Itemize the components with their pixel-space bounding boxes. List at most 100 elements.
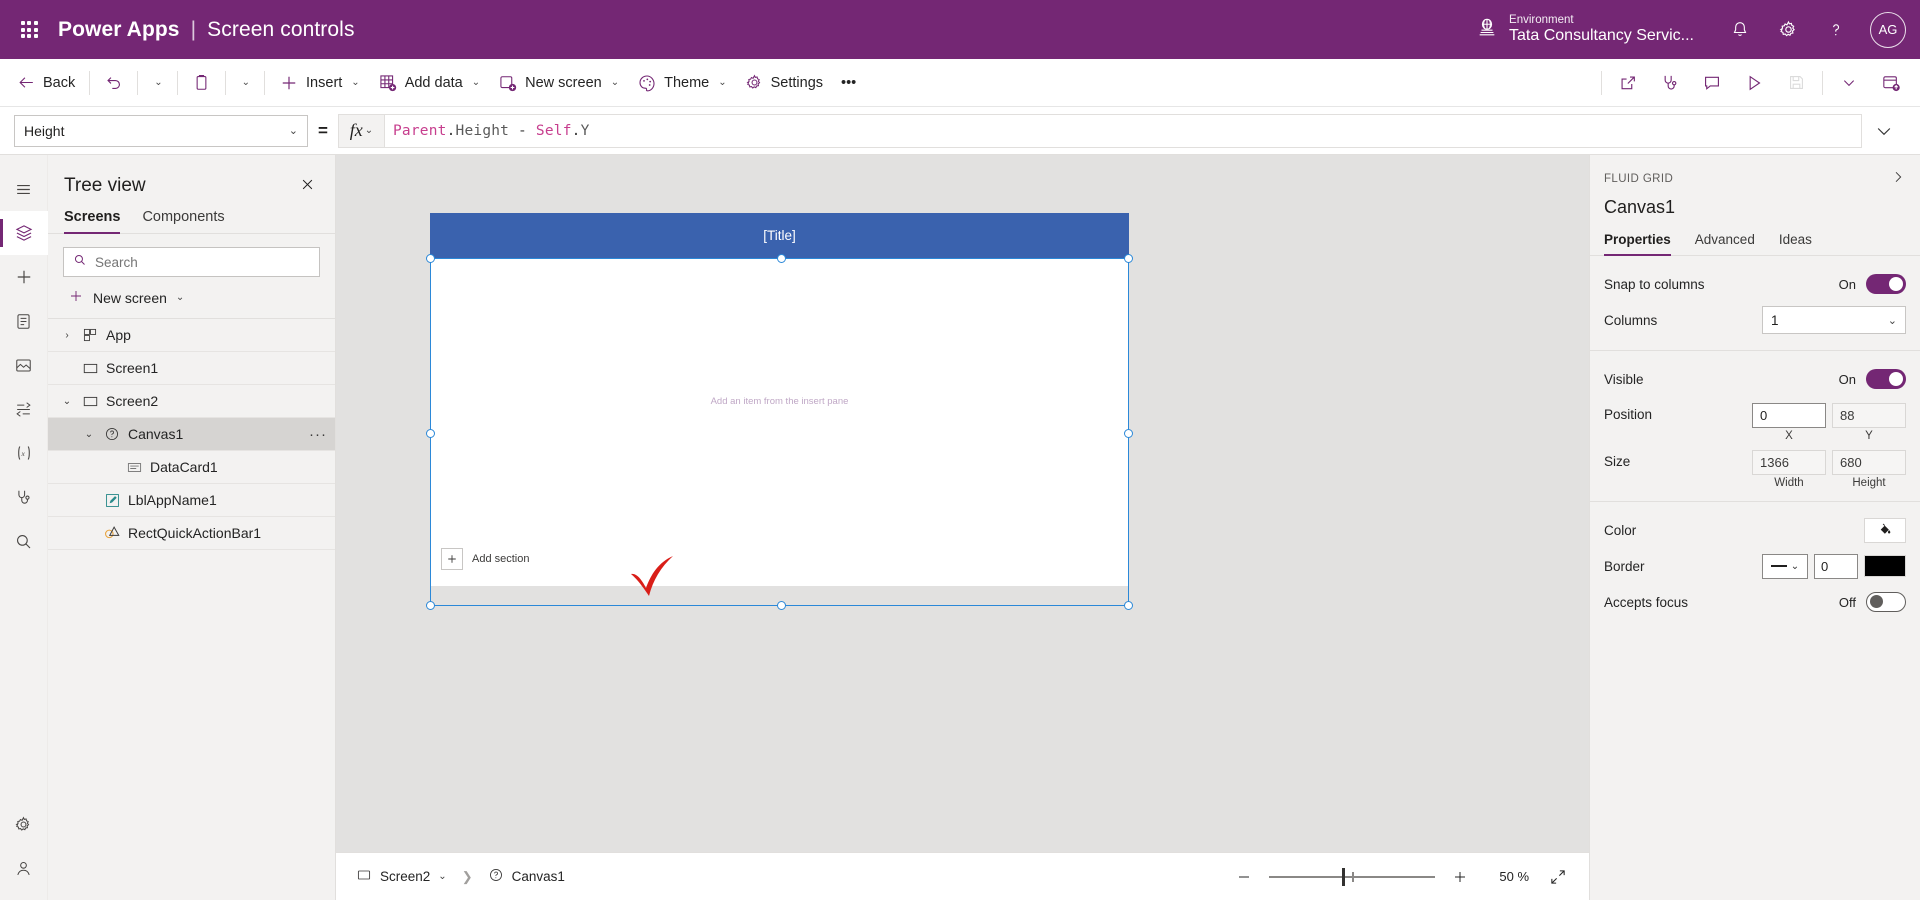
tree-node-canvas1[interactable]: ⌄Canvas1··· bbox=[48, 418, 335, 451]
chevron-down-icon: ⌄ bbox=[438, 871, 446, 882]
insert-button[interactable]: Insert ⌄ bbox=[270, 64, 369, 102]
gear-icon[interactable] bbox=[1764, 0, 1812, 59]
paint-bucket-icon[interactable] bbox=[1864, 518, 1906, 543]
back-label: Back bbox=[43, 75, 75, 91]
tab-ideas[interactable]: Ideas bbox=[1779, 232, 1812, 255]
snap-to-columns-toggle[interactable] bbox=[1866, 274, 1906, 294]
formula-input[interactable]: Parent.Height - Self.Y bbox=[384, 114, 1862, 148]
breadcrumb-screen[interactable]: Screen2 ⌄ bbox=[350, 863, 453, 890]
expand-chevron-icon[interactable]: › bbox=[56, 330, 78, 341]
search-box[interactable] bbox=[63, 247, 320, 277]
position-x-input[interactable]: 0 bbox=[1752, 403, 1826, 428]
fit-screen-icon[interactable] bbox=[1541, 868, 1575, 886]
control-type-label: FLUID GRID bbox=[1604, 173, 1673, 185]
app-checker-icon[interactable] bbox=[1649, 64, 1691, 102]
border-width-input[interactable]: 0 bbox=[1814, 554, 1858, 579]
divider bbox=[137, 71, 138, 95]
columns-select[interactable]: 1 ⌄ bbox=[1762, 306, 1906, 334]
comments-icon[interactable] bbox=[1691, 64, 1733, 102]
position-y-input[interactable]: 88 bbox=[1832, 403, 1906, 428]
search-icon[interactable] bbox=[0, 519, 48, 563]
zoom-slider-thumb[interactable] bbox=[1342, 868, 1345, 886]
variables-icon[interactable]: x bbox=[0, 431, 48, 475]
tree-node-lblappname1[interactable]: LblAppName1 bbox=[48, 484, 335, 517]
divider bbox=[1601, 71, 1602, 95]
divider bbox=[225, 71, 226, 95]
visible-toggle[interactable] bbox=[1866, 369, 1906, 389]
undo-button[interactable] bbox=[95, 64, 132, 102]
preview-play-icon[interactable] bbox=[1733, 64, 1775, 102]
app-name[interactable]: Screen controls bbox=[207, 18, 354, 42]
power-automate-icon[interactable] bbox=[0, 387, 48, 431]
tree-view-icon[interactable] bbox=[0, 211, 48, 255]
paste-dropdown[interactable]: ⌄ bbox=[231, 64, 259, 102]
property-selector[interactable]: Height ⌄ bbox=[14, 115, 308, 147]
app-launcher-icon[interactable] bbox=[0, 0, 58, 59]
zoom-slider[interactable] bbox=[1269, 868, 1435, 886]
fx-button[interactable]: fx ⌄ bbox=[338, 114, 384, 148]
save-icon[interactable] bbox=[1775, 64, 1817, 102]
tab-screens[interactable]: Screens bbox=[64, 209, 120, 233]
bell-icon[interactable] bbox=[1716, 0, 1764, 59]
canvas-stage[interactable]: [Title] Add an item from the insert pane… bbox=[336, 155, 1589, 852]
close-icon[interactable] bbox=[294, 173, 321, 199]
data-icon[interactable] bbox=[0, 299, 48, 343]
account-icon[interactable] bbox=[0, 846, 48, 890]
border-style-select[interactable]: ⌄ bbox=[1762, 554, 1808, 579]
question-icon[interactable] bbox=[1812, 0, 1860, 59]
canvas-container[interactable]: Add an item from the insert pane Add sec… bbox=[430, 258, 1129, 586]
tree-node-screen1[interactable]: Screen1 bbox=[48, 352, 335, 385]
back-button[interactable]: Back bbox=[8, 64, 84, 102]
formula-expand-button[interactable] bbox=[1862, 121, 1906, 141]
fx-label: fx bbox=[350, 120, 363, 141]
settings-button[interactable]: Settings bbox=[736, 64, 832, 102]
tab-advanced[interactable]: Advanced bbox=[1695, 232, 1755, 255]
chevron-down-icon[interactable] bbox=[1828, 64, 1870, 102]
media-icon[interactable] bbox=[0, 343, 48, 387]
tab-properties[interactable]: Properties bbox=[1604, 232, 1671, 255]
command-bar: Back ⌄ ⌄ Insert ⌄ bbox=[0, 59, 1920, 107]
insert-icon[interactable] bbox=[0, 255, 48, 299]
tree-node-overflow-button[interactable]: ··· bbox=[309, 426, 327, 443]
accepts-focus-toggle[interactable] bbox=[1866, 592, 1906, 612]
resize-handle-s[interactable] bbox=[777, 601, 786, 610]
tree-node-datacard1[interactable]: DataCard1 bbox=[48, 451, 335, 484]
body: x bbox=[0, 155, 1920, 900]
breadcrumb-control[interactable]: Canvas1 bbox=[482, 863, 571, 890]
new-screen-button[interactable]: New screen ⌄ bbox=[48, 277, 335, 319]
expand-chevron-icon[interactable]: ⌄ bbox=[56, 396, 78, 407]
theme-button[interactable]: Theme ⌄ bbox=[628, 64, 736, 102]
resize-handle-se[interactable] bbox=[1124, 601, 1133, 610]
size-width-input[interactable]: 1366 bbox=[1752, 450, 1826, 475]
settings-gear-icon[interactable] bbox=[0, 802, 48, 846]
app-checker-icon[interactable] bbox=[0, 475, 48, 519]
search-input[interactable] bbox=[95, 255, 310, 270]
title-bar[interactable]: [Title] bbox=[430, 213, 1129, 258]
border-color-swatch[interactable] bbox=[1864, 555, 1906, 577]
tree-node-screen2[interactable]: ⌄Screen2 bbox=[48, 385, 335, 418]
add-data-button[interactable]: Add data ⌄ bbox=[369, 64, 489, 102]
paste-button[interactable] bbox=[183, 64, 220, 102]
undo-dropdown[interactable]: ⌄ bbox=[143, 64, 171, 102]
plus-icon[interactable] bbox=[1447, 864, 1473, 890]
resize-handle-sw[interactable] bbox=[426, 601, 435, 610]
label-icon bbox=[100, 492, 124, 509]
menu-icon[interactable] bbox=[0, 167, 48, 211]
tree-node-app[interactable]: ›App bbox=[48, 319, 335, 352]
tab-components[interactable]: Components bbox=[142, 209, 224, 233]
share-icon[interactable] bbox=[1607, 64, 1649, 102]
avatar[interactable]: AG bbox=[1870, 12, 1906, 48]
title-placeholder: [Title] bbox=[763, 228, 796, 243]
add-section-button[interactable]: Add section bbox=[441, 548, 529, 570]
overflow-menu-button[interactable]: ••• bbox=[832, 64, 865, 102]
plus-icon bbox=[441, 548, 463, 570]
expand-chevron-icon[interactable]: ⌄ bbox=[78, 429, 100, 440]
tree-node-rectquickactionbar1[interactable]: RectQuickActionBar1 bbox=[48, 517, 335, 550]
size-height-input[interactable]: 680 bbox=[1832, 450, 1906, 475]
minus-icon[interactable] bbox=[1231, 864, 1257, 890]
accepts-focus-row: Accepts focus Off bbox=[1604, 584, 1906, 620]
chevron-right-icon[interactable] bbox=[1890, 169, 1906, 189]
publish-icon[interactable] bbox=[1870, 64, 1912, 102]
environment-picker[interactable]: Environment Tata Consultancy Servic... bbox=[1476, 14, 1716, 46]
new-screen-button[interactable]: New screen ⌄ bbox=[489, 64, 628, 102]
